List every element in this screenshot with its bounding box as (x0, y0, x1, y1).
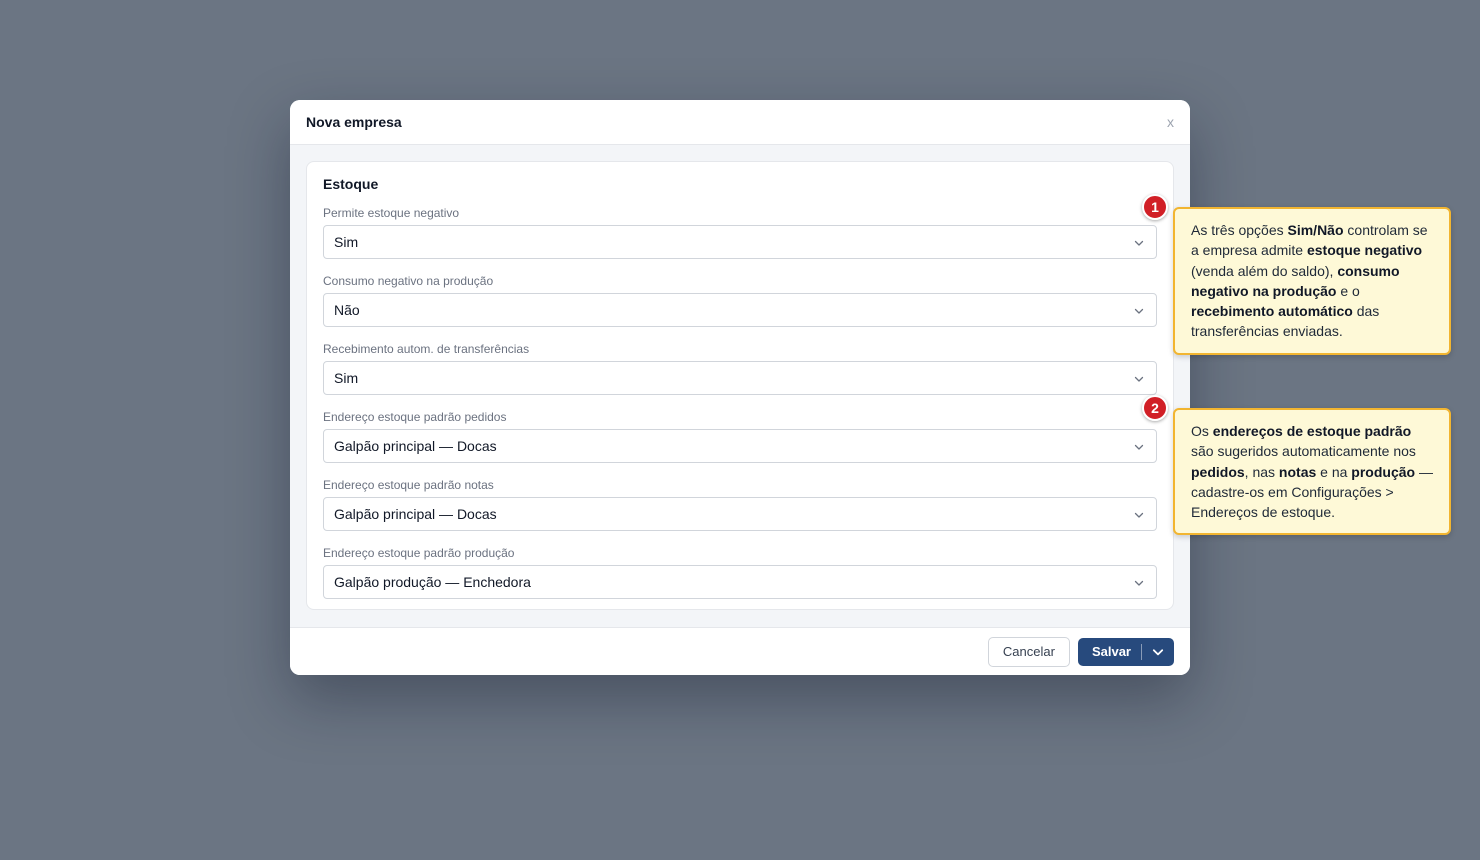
field-default-address-orders: Endereço estoque padrão pedidos Galpão p… (323, 410, 1157, 463)
callout-text: (venda além do saldo), (1191, 262, 1338, 279)
field-label: Endereço estoque padrão pedidos (323, 410, 507, 424)
modal-body: Estoque Permite estoque negativo Sim Con… (290, 145, 1190, 627)
auto-receive-transfers-select[interactable]: Sim (323, 361, 1157, 395)
field-default-address-invoices: Endereço estoque padrão notas Galpão pri… (323, 478, 1157, 531)
callout-emphasis: notas (1278, 463, 1317, 480)
default-address-production-select[interactable]: Galpão produção — Enchedora (323, 565, 1157, 599)
section-title: Estoque (323, 176, 379, 192)
callout-emphasis: estoque negativo (1306, 242, 1423, 259)
close-icon[interactable]: x (1167, 114, 1174, 130)
callout-emphasis: produção (1351, 463, 1416, 480)
default-address-orders-select[interactable]: Galpão principal — Docas (323, 429, 1157, 463)
field-auto-receive-transfers: Recebimento autom. de transferências Sim (323, 342, 1157, 395)
callout-emphasis: Sim/Não (1287, 222, 1344, 238)
annotation-callout-1: As três opções Sim/Não controlam se a em… (1173, 207, 1451, 355)
save-split-button: Salvar (1077, 637, 1174, 666)
select-value: Galpão principal — Docas (334, 438, 497, 454)
new-company-modal: Nova empresa x Estoque Permite estoque n… (290, 100, 1190, 675)
chevron-down-icon (1134, 240, 1144, 246)
modal-header: Nova empresa x (290, 100, 1190, 145)
chevron-down-icon (1134, 444, 1144, 450)
callout-text: As três opções (1191, 222, 1288, 238)
allow-negative-stock-select[interactable]: Sim (323, 225, 1157, 259)
callout-emphasis: pedidos (1191, 463, 1245, 480)
select-value: Galpão produção — Enchedora (334, 574, 531, 590)
annotation-callout-2: Os endereços de estoque padrão são suger… (1173, 408, 1451, 536)
field-label: Consumo negativo na produção (323, 274, 494, 288)
negative-consumption-select[interactable]: Não (323, 293, 1157, 327)
annotation-badge-2: 2 (1142, 395, 1168, 421)
select-value: Não (334, 302, 360, 318)
field-label: Endereço estoque padrão produção (323, 546, 515, 560)
field-label: Permite estoque negativo (323, 206, 460, 220)
chevron-down-icon (1134, 308, 1144, 314)
cancel-button[interactable]: Cancelar (987, 636, 1070, 667)
chevron-down-icon (1134, 376, 1144, 382)
chevron-down-icon (1152, 648, 1164, 655)
callout-text: são sugeridos automaticamente nos (1191, 443, 1416, 460)
callout-text: e na (1316, 463, 1352, 480)
field-negative-consumption-production: Consumo negativo na produção Não (323, 274, 1157, 327)
annotation-badge-1: 1 (1142, 194, 1168, 220)
stock-section-card: Estoque Permite estoque negativo Sim Con… (306, 161, 1174, 610)
select-value: Sim (334, 234, 359, 250)
save-button[interactable]: Salvar (1078, 644, 1141, 659)
default-address-invoices-select[interactable]: Galpão principal — Docas (323, 497, 1157, 531)
callout-text: Os (1191, 423, 1213, 439)
save-options-toggle[interactable] (1142, 638, 1174, 666)
select-value: Sim (334, 370, 359, 386)
field-allow-negative-stock: Permite estoque negativo Sim (323, 206, 1157, 259)
select-value: Galpão principal — Docas (334, 506, 497, 522)
callout-text: , nas (1244, 463, 1279, 480)
field-label: Recebimento autom. de transferências (323, 342, 530, 356)
modal-footer: Cancelar Salvar (290, 627, 1190, 675)
callout-emphasis: recebimento automático (1191, 303, 1353, 320)
chevron-down-icon (1134, 580, 1144, 586)
callout-emphasis: endereços de estoque padrão (1212, 423, 1412, 439)
field-default-address-production: Endereço estoque padrão produção Galpão … (323, 546, 1157, 599)
chevron-down-icon (1134, 512, 1144, 518)
modal-title: Nova empresa (306, 114, 402, 130)
field-label: Endereço estoque padrão notas (323, 478, 494, 492)
callout-text: e o (1336, 282, 1360, 299)
